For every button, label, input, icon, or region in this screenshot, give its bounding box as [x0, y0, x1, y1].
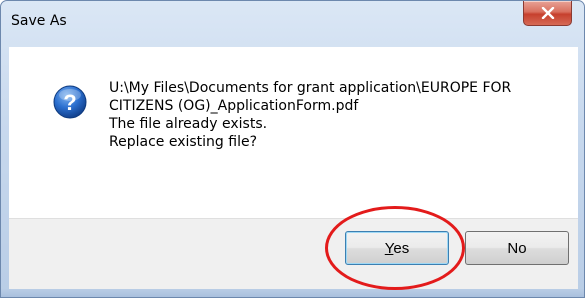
svg-text:?: ? [63, 90, 76, 115]
dialog-title: Save As [11, 13, 67, 29]
title-bar[interactable]: Save As [1, 1, 584, 47]
close-button[interactable] [523, 1, 572, 26]
question-icon: ? [53, 85, 87, 119]
button-bar: Yes No [9, 218, 578, 292]
message-line-exists: The file already exists. [109, 116, 268, 132]
message-line-question: Replace existing file? [109, 134, 258, 150]
yes-label-rest: es [393, 239, 410, 257]
no-button-label: No [507, 239, 527, 257]
yes-button[interactable]: Yes [345, 231, 449, 265]
close-icon [541, 7, 554, 19]
message-area: ? U:\My Files\Documents for grant applic… [9, 47, 578, 218]
window-bottom-border [1, 289, 584, 297]
save-as-dialog: Save As ? U:\My Files\Documents for gran… [0, 0, 585, 298]
message-line-filename: CITIZENS (OG)_ApplicationForm.pdf [109, 98, 359, 114]
message-line-path: U:\My Files\Documents for grant applicat… [109, 80, 512, 96]
no-button[interactable]: No [465, 231, 569, 265]
message-text: U:\My Files\Documents for grant applicat… [109, 79, 511, 151]
yes-button-label: Yes [385, 240, 409, 257]
